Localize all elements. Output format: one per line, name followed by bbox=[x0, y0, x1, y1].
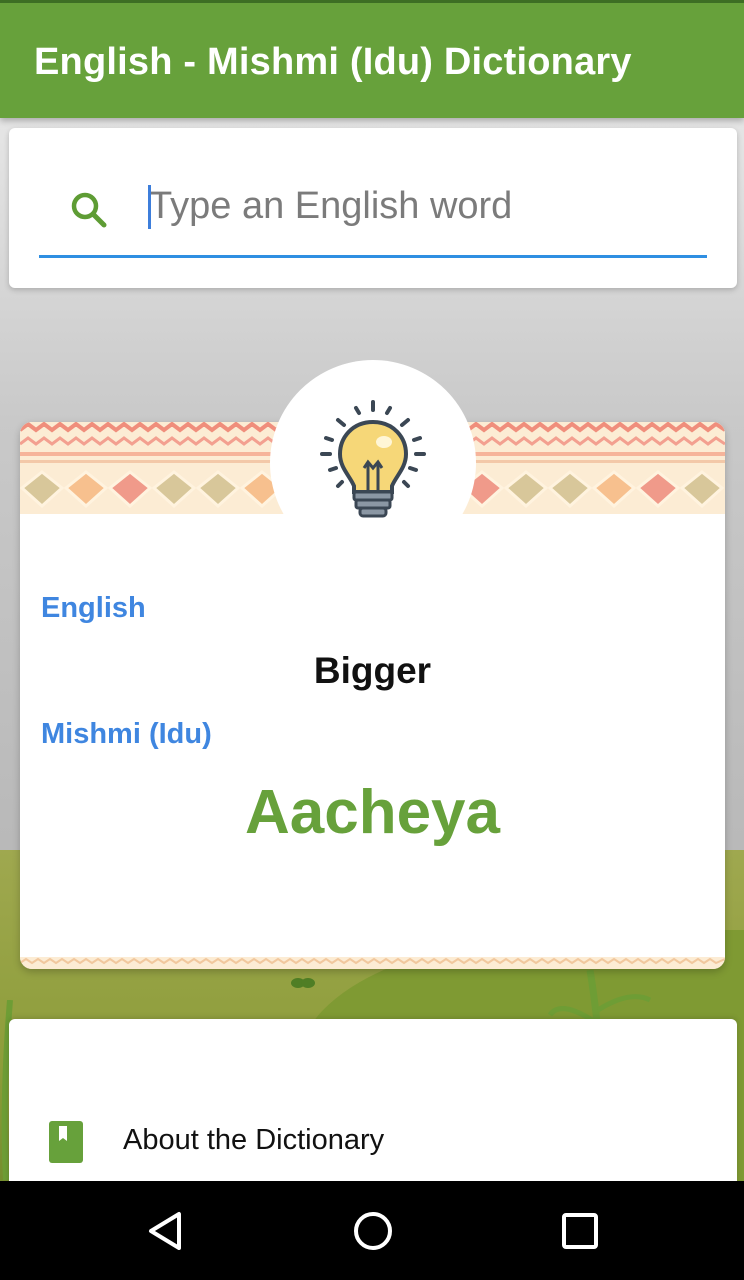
mishmi-label: Mishmi (Idu) bbox=[41, 718, 212, 750]
menu-item-label: About the Dictionary bbox=[123, 1124, 385, 1156]
sprout-decoration bbox=[291, 978, 315, 988]
recents-icon[interactable] bbox=[555, 1206, 605, 1256]
search-icon bbox=[71, 192, 107, 228]
search-card bbox=[9, 128, 737, 288]
app-title: English - Mishmi (Idu) Dictionary bbox=[34, 41, 632, 83]
app-bar: English - Mishmi (Idu) Dictionary bbox=[0, 0, 744, 118]
lightbulb-icon bbox=[320, 400, 426, 518]
book-icon bbox=[49, 1121, 83, 1163]
english-word: Bigger bbox=[313, 650, 432, 691]
home-icon[interactable] bbox=[348, 1206, 398, 1256]
system-nav-bar bbox=[0, 1181, 744, 1280]
menu-item-about[interactable]: About the Dictionary bbox=[9, 1114, 737, 1174]
search-input[interactable] bbox=[137, 178, 697, 234]
back-icon[interactable] bbox=[143, 1206, 193, 1256]
mishmi-word: Aacheya bbox=[244, 778, 501, 847]
text-cursor bbox=[148, 185, 151, 229]
search-underline bbox=[39, 255, 707, 258]
english-label: English bbox=[41, 592, 146, 624]
bottom-pattern-border bbox=[20, 957, 725, 969]
